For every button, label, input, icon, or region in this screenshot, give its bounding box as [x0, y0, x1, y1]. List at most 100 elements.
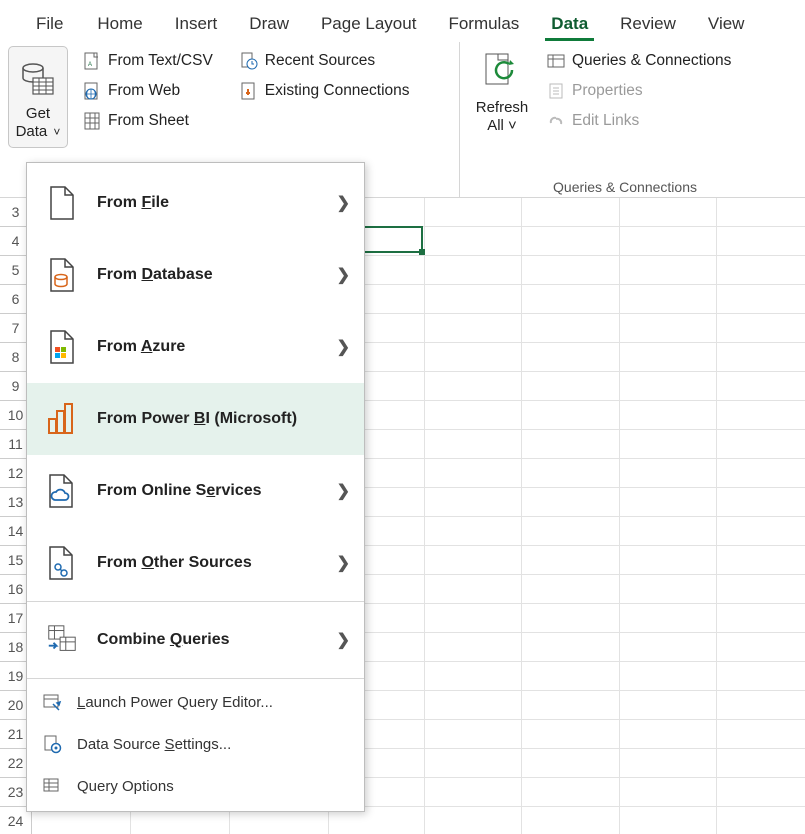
cell[interactable] — [620, 575, 717, 604]
tab-view[interactable]: View — [692, 8, 761, 41]
cell[interactable] — [717, 401, 805, 430]
tab-review[interactable]: Review — [604, 8, 692, 41]
cell[interactable] — [717, 778, 805, 807]
cell[interactable] — [620, 517, 717, 546]
cell[interactable] — [717, 546, 805, 575]
cell[interactable] — [522, 691, 620, 720]
tab-draw[interactable]: Draw — [233, 8, 305, 41]
cell[interactable] — [425, 372, 522, 401]
cell[interactable] — [620, 749, 717, 778]
cell[interactable] — [425, 459, 522, 488]
cell[interactable] — [717, 517, 805, 546]
cell[interactable] — [620, 459, 717, 488]
cell[interactable] — [620, 633, 717, 662]
cell[interactable] — [425, 778, 522, 807]
cell[interactable] — [425, 720, 522, 749]
cell[interactable] — [522, 517, 620, 546]
from-text-csv-button[interactable]: A From Text/CSV — [78, 46, 217, 76]
menu-from-azure[interactable]: From Azure ❯ — [27, 311, 364, 383]
cell[interactable] — [522, 285, 620, 314]
cell[interactable] — [620, 198, 717, 227]
menu-data-source-settings[interactable]: Data Source Settings... — [27, 723, 364, 765]
tab-insert[interactable]: Insert — [159, 8, 234, 41]
cell[interactable] — [425, 198, 522, 227]
cell[interactable] — [522, 227, 620, 256]
cell[interactable] — [717, 198, 805, 227]
cell[interactable] — [522, 749, 620, 778]
cell[interactable] — [620, 604, 717, 633]
cell[interactable] — [717, 372, 805, 401]
menu-from-online-services[interactable]: From Online Services ❯ — [27, 455, 364, 527]
cell[interactable] — [620, 807, 717, 834]
cell[interactable] — [620, 546, 717, 575]
cell[interactable] — [522, 662, 620, 691]
cell[interactable] — [717, 343, 805, 372]
cell[interactable] — [717, 285, 805, 314]
cell[interactable] — [425, 749, 522, 778]
cell[interactable] — [620, 778, 717, 807]
refresh-all-button[interactable]: Refresh All ˅ — [468, 46, 536, 136]
cell[interactable] — [522, 546, 620, 575]
cell[interactable] — [620, 314, 717, 343]
cell[interactable] — [425, 807, 522, 834]
cell[interactable] — [522, 372, 620, 401]
cell[interactable] — [522, 807, 620, 834]
cell[interactable] — [717, 662, 805, 691]
cell[interactable] — [425, 227, 522, 256]
menu-query-options[interactable]: Query Options — [27, 765, 364, 807]
cell[interactable] — [620, 285, 717, 314]
cell[interactable] — [425, 488, 522, 517]
cell[interactable] — [717, 807, 805, 834]
cell[interactable] — [522, 575, 620, 604]
cell[interactable] — [425, 314, 522, 343]
cell[interactable] — [620, 691, 717, 720]
cell[interactable] — [717, 633, 805, 662]
cell[interactable] — [425, 604, 522, 633]
cell[interactable] — [425, 517, 522, 546]
cell[interactable] — [717, 256, 805, 285]
from-web-button[interactable]: From Web — [78, 76, 217, 106]
cell[interactable] — [717, 430, 805, 459]
cell[interactable] — [425, 256, 522, 285]
cell[interactable] — [425, 285, 522, 314]
cell[interactable] — [522, 633, 620, 662]
cell[interactable] — [717, 691, 805, 720]
cell[interactable] — [425, 633, 522, 662]
tab-data[interactable]: Data — [535, 8, 604, 41]
cell[interactable] — [522, 343, 620, 372]
cell[interactable] — [717, 488, 805, 517]
cell[interactable] — [717, 720, 805, 749]
menu-from-other-sources[interactable]: From Other Sources ❯ — [27, 527, 364, 599]
cell[interactable] — [620, 256, 717, 285]
cell[interactable] — [522, 401, 620, 430]
cell[interactable] — [620, 488, 717, 517]
cell[interactable] — [522, 778, 620, 807]
cell[interactable] — [717, 314, 805, 343]
tab-home[interactable]: Home — [81, 8, 158, 41]
cell[interactable] — [425, 343, 522, 372]
cell[interactable] — [717, 227, 805, 256]
tab-page-layout[interactable]: Page Layout — [305, 8, 432, 41]
cell[interactable] — [425, 546, 522, 575]
menu-combine-queries[interactable]: Combine Queries ❯ — [27, 604, 364, 676]
cell[interactable] — [717, 604, 805, 633]
menu-from-database[interactable]: From Database ❯ — [27, 239, 364, 311]
cell[interactable] — [717, 749, 805, 778]
cell[interactable] — [620, 430, 717, 459]
cell[interactable] — [620, 720, 717, 749]
cell[interactable] — [620, 227, 717, 256]
cell[interactable] — [522, 430, 620, 459]
cell[interactable] — [620, 662, 717, 691]
cell[interactable] — [425, 401, 522, 430]
tab-formulas[interactable]: Formulas — [432, 8, 535, 41]
cell[interactable] — [620, 372, 717, 401]
from-sheet-button[interactable]: From Sheet — [78, 106, 217, 136]
menu-from-power-bi[interactable]: From Power BI (Microsoft) — [27, 383, 364, 455]
cell[interactable] — [522, 604, 620, 633]
cell[interactable] — [522, 256, 620, 285]
queries-connections-button[interactable]: Queries & Connections — [542, 46, 735, 76]
cell[interactable] — [425, 430, 522, 459]
cell[interactable] — [717, 459, 805, 488]
cell[interactable] — [522, 720, 620, 749]
cell[interactable] — [425, 575, 522, 604]
